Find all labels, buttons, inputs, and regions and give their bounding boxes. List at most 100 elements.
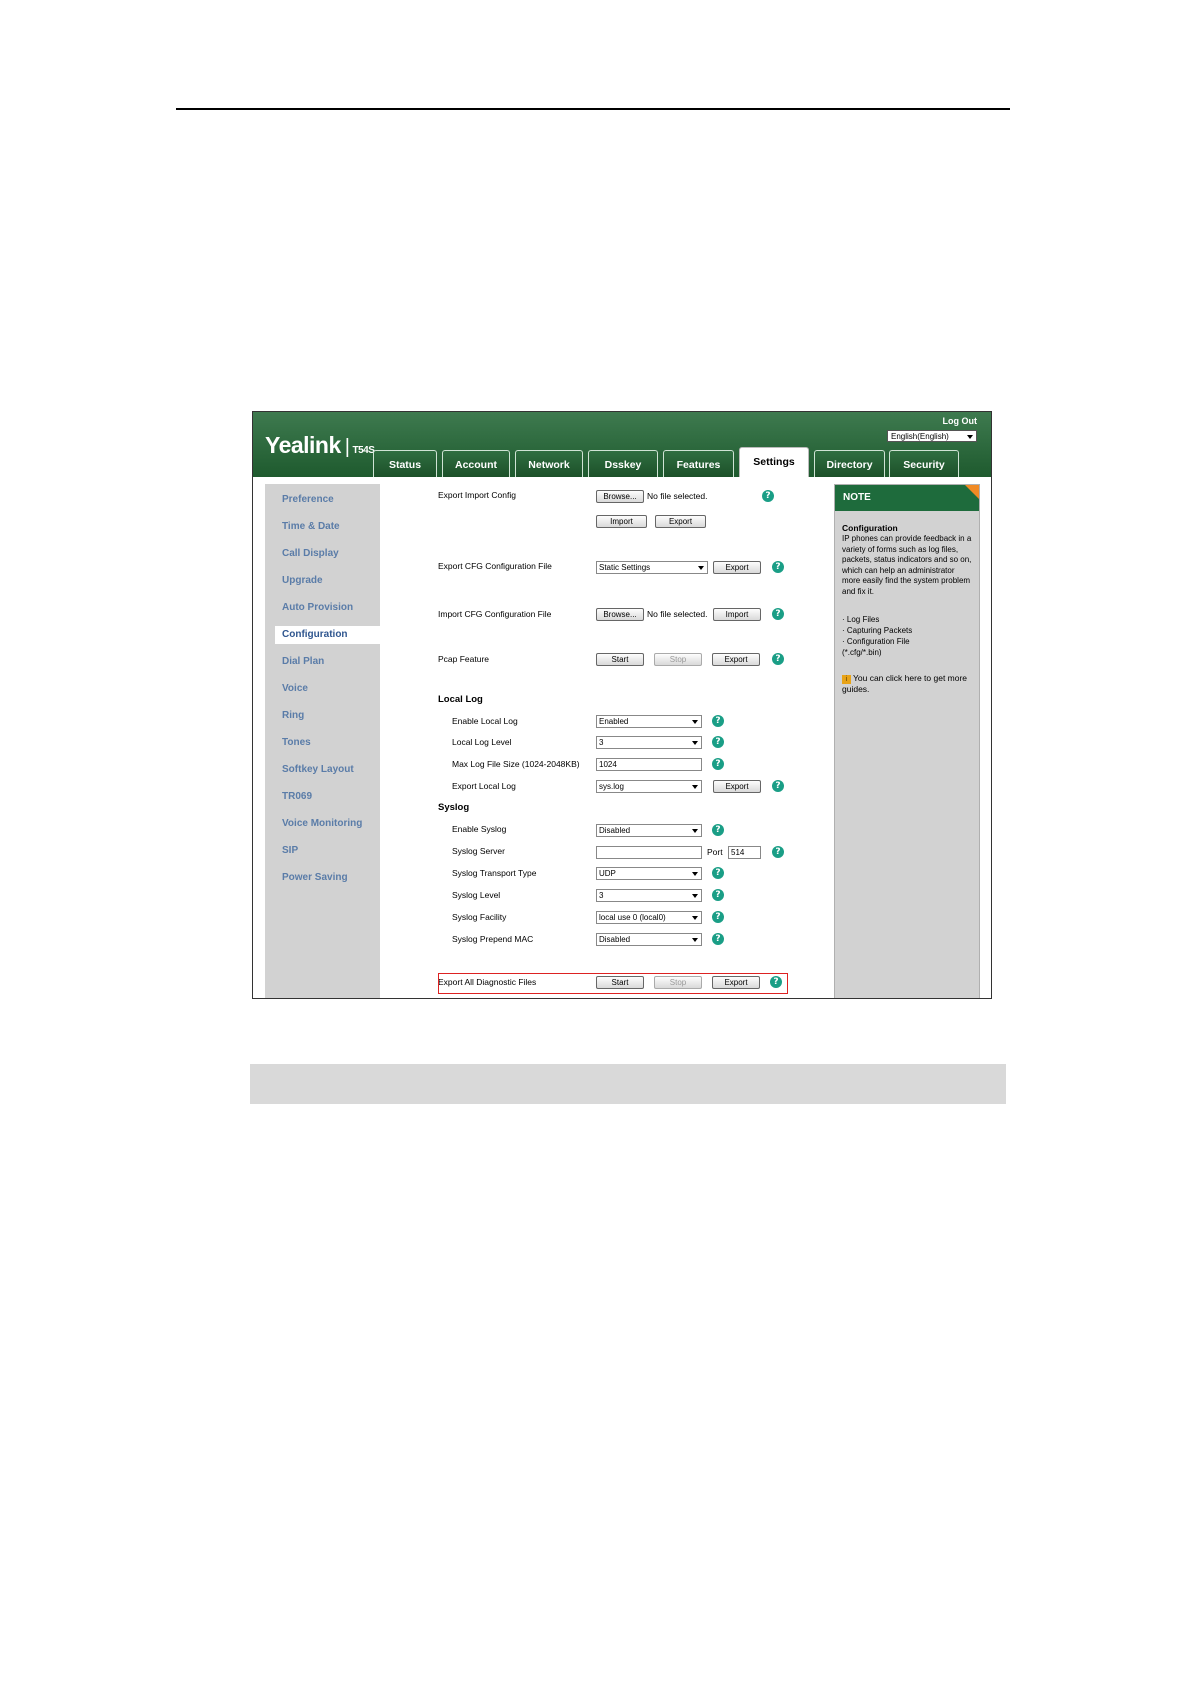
chevron-down-icon [692, 916, 698, 920]
local-log-level-label: Local Log Level [452, 737, 512, 747]
pcap-stop-button[interactable]: Stop [654, 653, 702, 666]
header-bar: Yealink | T54S Log Out English(English) St… [253, 412, 991, 477]
help-icon[interactable]: ? [712, 758, 724, 770]
help-icon[interactable]: ? [712, 933, 724, 945]
chevron-down-icon [692, 829, 698, 833]
help-icon[interactable]: ? [712, 736, 724, 748]
enable-syslog-label: Enable Syslog [452, 824, 507, 834]
local-log-heading: Local Log [438, 694, 483, 705]
tab-features[interactable]: Features [663, 450, 734, 477]
sidebar-item-time-date[interactable]: Time & Date [265, 518, 380, 536]
syslog-port-label: Port [707, 847, 723, 857]
web-ui-screenshot: Yealink | T54S Log Out English(English) St… [252, 411, 992, 999]
no-file-selected-text: No file selected. [647, 491, 708, 501]
sidebar-item-preference[interactable]: Preference [265, 491, 380, 509]
logout-link[interactable]: Log Out [943, 416, 978, 426]
enable-local-log-select[interactable]: Enabled [596, 715, 702, 728]
chevron-down-icon [692, 720, 698, 724]
sidebar-item-sip[interactable]: SIP [265, 842, 380, 860]
help-icon[interactable]: ? [772, 780, 784, 792]
note-guide-link[interactable]: i You can click here to get more guides. [842, 673, 974, 695]
export-button[interactable]: Export [655, 515, 706, 528]
sidebar-item-configuration[interactable]: Configuration [275, 626, 380, 644]
import-cfg-no-file-text: No file selected. [647, 609, 708, 619]
sidebar-item-tr069[interactable]: TR069 [265, 788, 380, 806]
import-button[interactable]: Import [596, 515, 647, 528]
chevron-down-icon [692, 938, 698, 942]
syslog-prepend-mac-select[interactable]: Disabled [596, 933, 702, 946]
tab-network[interactable]: Network [515, 450, 583, 477]
note-title: Configuration [842, 523, 898, 533]
sidebar-item-voice[interactable]: Voice [265, 680, 380, 698]
help-icon[interactable]: ? [712, 867, 724, 879]
import-cfg-browse-button[interactable]: Browse... [596, 608, 644, 621]
chevron-down-icon [698, 566, 704, 570]
import-cfg-label: Import CFG Configuration File [438, 609, 552, 619]
export-cfg-select[interactable]: Static Settings [596, 561, 708, 574]
enable-local-log-label: Enable Local Log [452, 716, 518, 726]
sidebar-item-upgrade[interactable]: Upgrade [265, 572, 380, 590]
sidebar-item-softkey-layout[interactable]: Softkey Layout [265, 761, 380, 779]
syslog-transport-label: Syslog Transport Type [452, 868, 537, 878]
syslog-server-label: Syslog Server [452, 846, 505, 856]
sidebar-item-voice-monitoring[interactable]: Voice Monitoring [265, 815, 380, 833]
local-log-level-select[interactable]: 3 [596, 736, 702, 749]
configuration-content: Export Import Config Browse... No file s… [380, 484, 799, 998]
sidebar-item-tones[interactable]: Tones [265, 734, 380, 752]
pcap-start-button[interactable]: Start [596, 653, 644, 666]
help-icon[interactable]: ? [772, 561, 784, 573]
export-cfg-button[interactable]: Export [713, 561, 761, 574]
syslog-server-input[interactable] [596, 846, 702, 859]
help-icon[interactable]: ? [772, 653, 784, 665]
tab-security[interactable]: Security [889, 450, 959, 477]
syslog-level-label: Syslog Level [452, 890, 501, 900]
gray-caption-bar [250, 1064, 1006, 1104]
import-cfg-button[interactable]: Import [713, 608, 761, 621]
tab-directory[interactable]: Directory [814, 450, 885, 477]
note-bullet: · Log Files [842, 615, 880, 624]
syslog-heading: Syslog [438, 802, 470, 813]
help-icon[interactable]: ? [772, 608, 784, 620]
browse-button[interactable]: Browse... [596, 490, 644, 503]
tab-settings[interactable]: Settings [739, 447, 809, 477]
tab-account[interactable]: Account [442, 450, 510, 477]
sidebar-item-ring[interactable]: Ring [265, 707, 380, 725]
brand-logo: Yealink | T54S [265, 432, 375, 458]
pcap-export-button[interactable]: Export [712, 653, 760, 666]
help-icon[interactable]: ? [712, 889, 724, 901]
settings-sidebar: Preference Time & Date Call Display Upgr… [265, 484, 380, 998]
help-icon[interactable]: ? [712, 824, 724, 836]
export-local-log-label: Export Local Log [452, 781, 516, 791]
chevron-down-icon [967, 435, 973, 439]
export-cfg-label: Export CFG Configuration File [438, 561, 552, 571]
chevron-down-icon [692, 872, 698, 876]
help-icon[interactable]: ? [712, 911, 724, 923]
enable-syslog-select[interactable]: Disabled [596, 824, 702, 837]
syslog-port-input[interactable]: 514 [728, 846, 761, 859]
guide-book-icon: i [842, 675, 851, 684]
export-local-log-button[interactable]: Export [713, 780, 761, 793]
note-body: IP phones can provide feedback in a vari… [842, 534, 972, 596]
note-bullet: · Configuration File [842, 637, 910, 646]
syslog-facility-label: Syslog Facility [452, 912, 507, 922]
syslog-transport-select[interactable]: UDP [596, 867, 702, 880]
tab-status[interactable]: Status [373, 450, 437, 477]
sidebar-item-dial-plan[interactable]: Dial Plan [265, 653, 380, 671]
help-icon[interactable]: ? [712, 715, 724, 727]
help-icon[interactable]: ? [762, 490, 774, 502]
export-local-log-select[interactable]: sys.log [596, 780, 702, 793]
syslog-facility-select[interactable]: local use 0 (local0) [596, 911, 702, 924]
help-icon[interactable]: ? [772, 846, 784, 858]
sidebar-item-power-saving[interactable]: Power Saving [265, 869, 380, 887]
diagnostic-highlight-box [438, 973, 788, 994]
sidebar-item-call-display[interactable]: Call Display [265, 545, 380, 563]
max-log-size-label: Max Log File Size (1024-2048KB) [452, 759, 580, 769]
page-top-rule [176, 108, 1010, 110]
note-corner [965, 485, 979, 499]
tab-dsskey[interactable]: Dsskey [588, 450, 658, 477]
language-select[interactable]: English(English) [887, 430, 977, 442]
syslog-level-select[interactable]: 3 [596, 889, 702, 902]
max-log-size-input[interactable]: 1024 [596, 758, 702, 771]
sidebar-item-auto-provision[interactable]: Auto Provision [265, 599, 380, 617]
note-header: NOTE [835, 485, 979, 511]
